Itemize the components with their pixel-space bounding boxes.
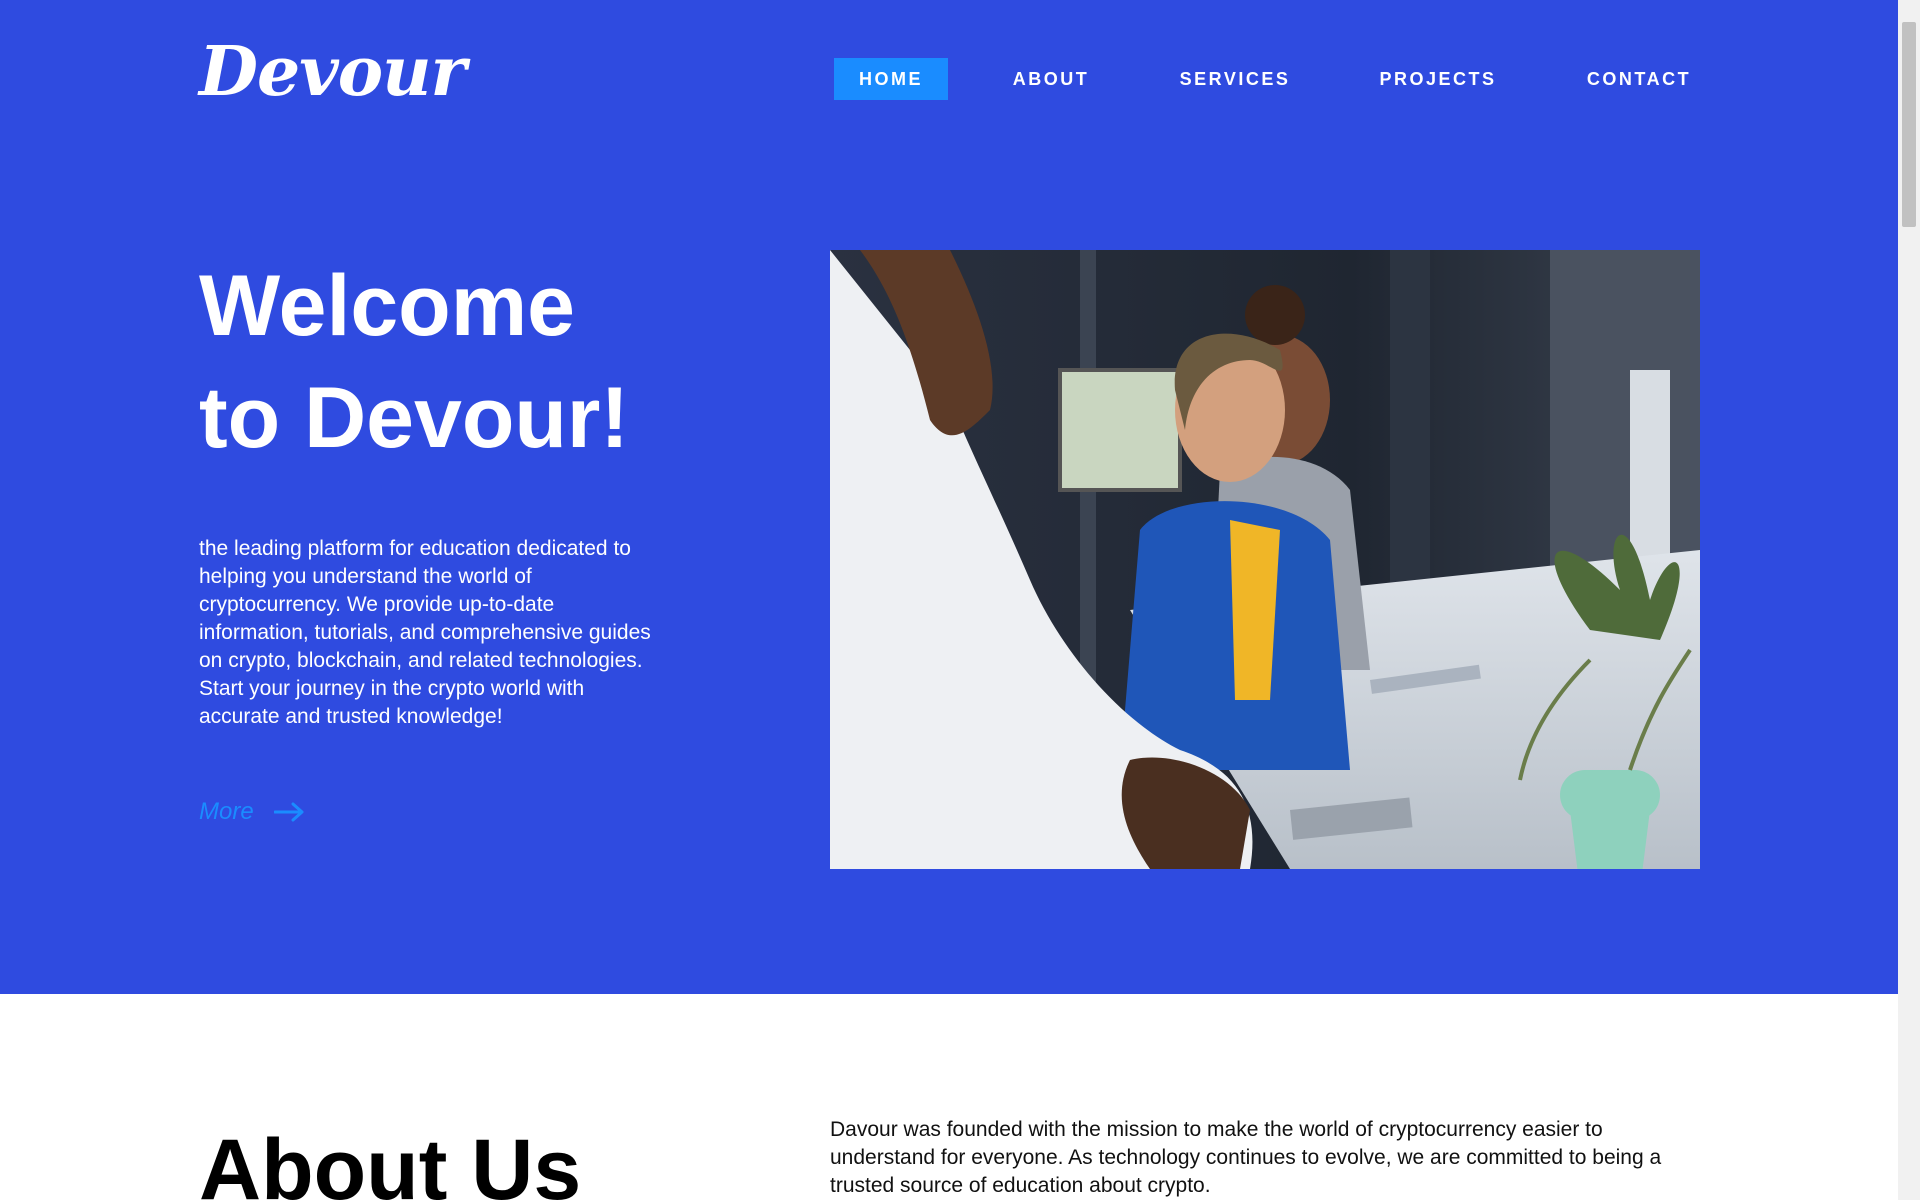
hero-section: Devour HOME ABOUT SERVICES PROJECTS CONT… <box>0 0 1898 994</box>
office-team-photo <box>830 250 1700 869</box>
arrow-right-icon <box>273 802 304 822</box>
nav-services[interactable]: SERVICES <box>1160 58 1310 100</box>
nav-contact[interactable]: CONTACT <box>1564 58 1714 100</box>
more-label: More <box>199 798 254 825</box>
nav-projects[interactable]: PROJECTS <box>1358 58 1518 100</box>
hero-description: the leading platform for education dedic… <box>199 537 651 728</box>
more-link[interactable]: More <box>199 792 304 832</box>
logo[interactable]: Devour <box>199 38 466 106</box>
hero-image <box>830 250 1700 869</box>
hero-title: Welcome to Devour! <box>199 250 799 474</box>
about-title: About Us <box>199 1122 582 1200</box>
hero-title-line2: to Devour! <box>199 370 629 466</box>
hero-title-line1: Welcome <box>199 258 575 354</box>
nav-about[interactable]: ABOUT <box>990 58 1112 100</box>
page: Devour HOME ABOUT SERVICES PROJECTS CONT… <box>0 0 1898 1200</box>
nav-home[interactable]: HOME <box>834 58 948 100</box>
about-text: Davour was founded with the mission to m… <box>830 1118 1662 1197</box>
scrollbar-thumb[interactable] <box>1902 22 1916 227</box>
scrollbar[interactable] <box>1898 0 1920 1200</box>
